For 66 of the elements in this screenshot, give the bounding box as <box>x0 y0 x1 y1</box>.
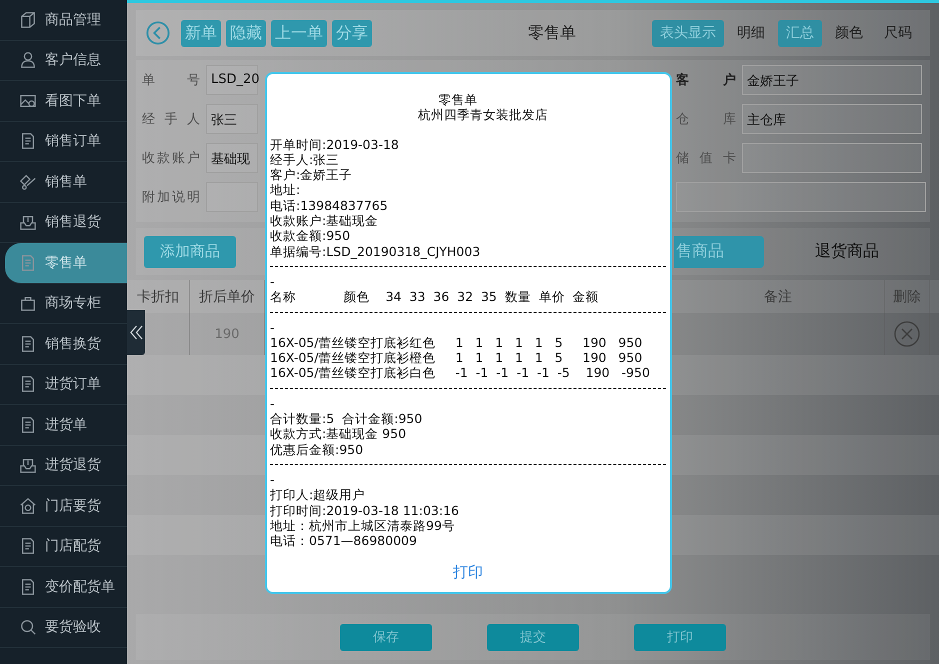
input-field[interactable] <box>676 182 926 212</box>
sidebar-item[interactable]: 零售单 <box>5 243 127 284</box>
receipt-line: 收款账户:基础现金 <box>270 213 380 228</box>
document-icon <box>19 375 37 394</box>
document-icon <box>19 416 37 434</box>
input-field[interactable]: 金娇王子 <box>742 65 922 95</box>
input-field[interactable]: 主仓库 <box>742 104 922 134</box>
field-label: 仓 库 <box>676 111 736 128</box>
receipt-line: 电话:13984837765 <box>270 198 389 214</box>
view-tab[interactable]: 尺码 <box>876 20 920 46</box>
receipt-title: 零售单 <box>438 92 478 108</box>
field-label: 经 手 人 <box>142 111 200 128</box>
tag-icon <box>19 172 37 191</box>
receipt-line: 单据编号:LSD_20190318_CJYH003 <box>270 244 482 259</box>
receipt-line: 收款方式:基础现金 950 <box>270 426 408 442</box>
search-icon <box>19 618 37 636</box>
document-icon <box>19 254 37 272</box>
receipt-line: 地址: <box>270 182 302 198</box>
receipt-line: 经手人:张三 <box>270 152 340 168</box>
person-icon <box>19 51 37 70</box>
receipt-line: 打印时间:2019-03-18 11:03:16 <box>270 502 460 518</box>
receipt-line: 16X-05/蕾丝镂空打底衫红色 1 1 1 1 1 5 190 950 <box>270 334 644 350</box>
document-icon <box>19 334 37 353</box>
receipt-line: - <box>270 274 276 290</box>
receipt-line: 开单时间:2019-03-18 <box>270 136 400 152</box>
input-field[interactable]: 张三 <box>206 104 258 134</box>
receipt-line: 名称 颜色 34 33 36 32 35 数量 单价 金额 <box>270 289 600 305</box>
receipt-title: 杭州四季青女装批发店 <box>417 107 549 123</box>
house-icon <box>19 496 37 515</box>
view-tab[interactable]: 颜色 <box>827 20 871 46</box>
print-button[interactable]: 打印 <box>447 561 489 584</box>
field-label: 储 值 卡 <box>676 150 736 167</box>
receipt-line: - <box>270 472 276 488</box>
view-tab[interactable]: 明细 <box>729 20 773 46</box>
tray-icon <box>19 456 37 474</box>
bag-icon <box>19 294 37 312</box>
page-title: 零售单 <box>527 22 577 44</box>
tray-icon <box>19 213 37 232</box>
document-icon <box>19 537 37 556</box>
field-label: 附加说明 <box>142 189 200 206</box>
collapse-handle[interactable] <box>127 310 145 355</box>
goods-tab[interactable]: 退货商品 <box>772 236 922 268</box>
input-field[interactable] <box>742 143 922 173</box>
document-icon <box>19 578 37 596</box>
receipt-line: 客户:金娇王子 <box>270 167 354 182</box>
column-header: 删除 <box>885 280 930 313</box>
back-icon[interactable] <box>146 21 170 45</box>
receipt-line: 16X-05/蕾丝镂空打底衫橙色 1 1 1 1 1 5 190 950 <box>270 350 644 366</box>
document-icon <box>19 132 37 150</box>
receipt-line: 16X-05/蕾丝镂空打底衫白色 -1 -1 -1 -1 -1 -5 190 -950 <box>270 365 651 381</box>
input-field[interactable]: LSD_20 <box>206 65 258 95</box>
receipt-line: 优惠后金额:950 <box>270 442 364 457</box>
receipt-line: 地址：杭州市上城区清泰路99号 <box>270 518 456 534</box>
field-label: 收款账户 <box>142 150 200 167</box>
receipt-line: 合计数量:5 合计金额:950 <box>270 411 424 426</box>
box-icon <box>19 10 37 29</box>
receipt-line: - <box>270 396 276 412</box>
receipt-line: 收款金额:950 <box>270 228 352 244</box>
receipt-line: - <box>270 320 276 335</box>
receipt-line: 电话：0571—86980009 <box>270 533 418 548</box>
delete-icon[interactable] <box>894 321 920 347</box>
field-label: 客 户 <box>676 72 736 89</box>
double-chevron-icon <box>130 325 142 340</box>
receipt-line: 打印人:超级用户 <box>270 487 366 503</box>
input-field[interactable]: 基础现 <box>206 143 258 173</box>
field-label: 单 号 <box>142 72 200 89</box>
